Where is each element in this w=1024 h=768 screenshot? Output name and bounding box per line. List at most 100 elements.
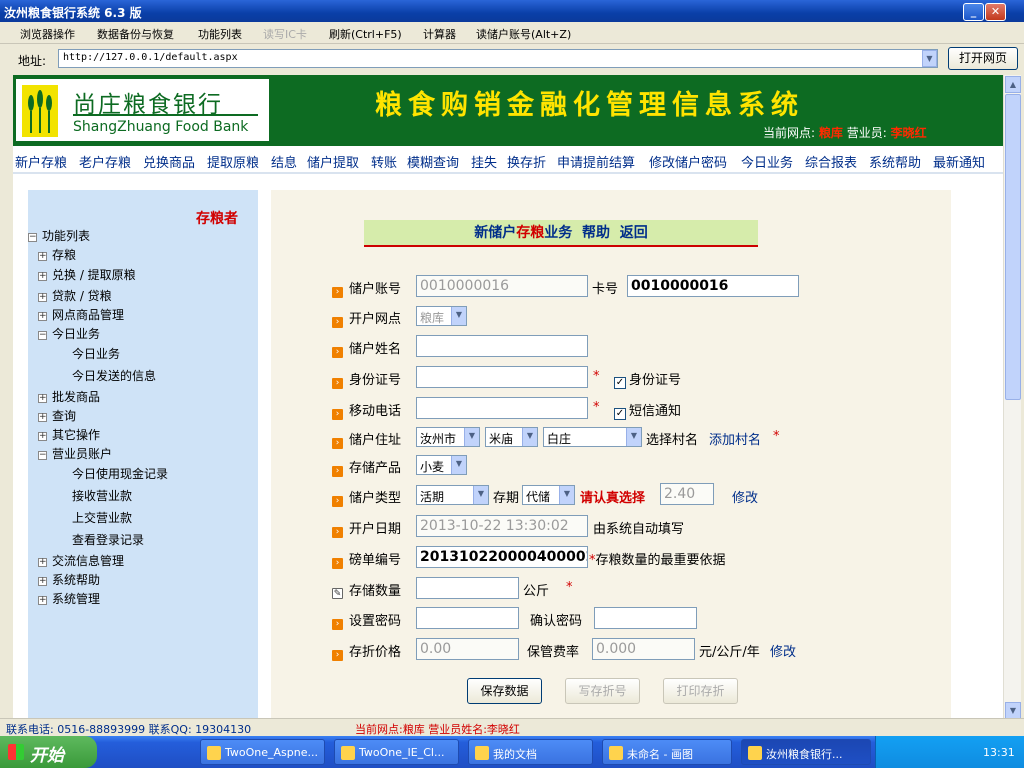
- nav-notice[interactable]: 最新通知: [933, 152, 985, 171]
- back-link[interactable]: 返回: [620, 225, 648, 241]
- tree-leaf[interactable]: 上交营业款: [72, 509, 132, 526]
- system-title: 粮食购销金融化管理信息系统: [375, 90, 804, 121]
- nav-fuzzy-query[interactable]: 模糊查询: [407, 152, 459, 171]
- nav-reports[interactable]: 综合报表: [805, 152, 857, 171]
- tree-item[interactable]: + 批发商品: [38, 388, 100, 405]
- scroll-thumb[interactable]: [1005, 94, 1021, 400]
- task-item[interactable]: 未命名 - 画图: [602, 739, 732, 765]
- confirm-pwd-input[interactable]: [594, 607, 697, 629]
- nav-report-loss[interactable]: 挂失: [471, 152, 497, 171]
- nav-old-deposit[interactable]: 老户存粮: [79, 152, 131, 171]
- name-input[interactable]: [416, 335, 588, 357]
- tree-item[interactable]: + 其它操作: [38, 426, 100, 443]
- phone-input[interactable]: [416, 397, 588, 419]
- start-button[interactable]: 开始: [0, 736, 97, 768]
- price-input[interactable]: 0.00: [416, 638, 519, 660]
- tree-item[interactable]: + 贷款 / 贷粮: [38, 287, 112, 304]
- form-header: 新储户存粮业务 帮助 返回: [364, 220, 758, 247]
- address-input[interactable]: http://127.0.0.1/default.aspx: [58, 49, 938, 68]
- tree-item[interactable]: + 网点商品管理: [38, 306, 124, 323]
- page-scrollbar[interactable]: ▲ ▼: [1003, 75, 1021, 720]
- nav-interest[interactable]: 结息: [271, 152, 297, 171]
- address-label: 地址:: [18, 54, 47, 68]
- nav-new-deposit[interactable]: 新户存粮: [15, 152, 67, 171]
- open-date-input[interactable]: 2013-10-22 13:30:02: [416, 515, 588, 537]
- tree-item[interactable]: + 兑换 / 提取原粮: [38, 266, 136, 283]
- rate-modify-link[interactable]: 修改: [732, 487, 758, 506]
- address-dropdown-icon[interactable]: ▼: [922, 50, 937, 67]
- clerk-label: 营业员:: [846, 126, 887, 140]
- pwd-input[interactable]: [416, 607, 519, 629]
- help-link[interactable]: 帮助: [582, 225, 610, 241]
- weigh-input[interactable]: 201310220000400002: [416, 546, 588, 568]
- open-page-button[interactable]: 打开网页: [948, 47, 1018, 70]
- tree-item[interactable]: − 营业员账户: [38, 445, 112, 462]
- branch-select[interactable]: 粮库 ▼: [416, 306, 467, 326]
- nav-exchange[interactable]: 兑换商品: [143, 152, 195, 171]
- minimize-button[interactable]: _: [963, 3, 984, 21]
- fee-modify-link[interactable]: 修改: [770, 641, 796, 660]
- contact-info: 联系电话: 0516-88893999 联系QQ: 19304130: [6, 723, 252, 736]
- task-item[interactable]: TwoOne_IE_Cl...: [334, 739, 459, 765]
- arrow-icon: ›: [332, 466, 343, 477]
- save-button[interactable]: 保存数据: [467, 678, 542, 704]
- product-label: › 存储产品: [332, 457, 401, 477]
- tree-item[interactable]: + 查询: [38, 407, 76, 424]
- term-select[interactable]: 代储 ▼: [522, 485, 575, 505]
- village-select[interactable]: 白庄 ▼: [543, 427, 642, 447]
- add-village-link[interactable]: 添加村名: [709, 429, 761, 448]
- edit-icon: ✎: [332, 588, 343, 599]
- tree-leaf[interactable]: 查看登录记录: [72, 531, 144, 548]
- product-select[interactable]: 小麦 ▼: [416, 455, 467, 475]
- id-input[interactable]: [416, 366, 588, 388]
- task-item-active[interactable]: 汝州粮食银行...: [741, 739, 871, 765]
- qty-input[interactable]: [416, 577, 519, 599]
- nav-depositor-withdraw[interactable]: 储户提取: [307, 152, 359, 171]
- nav-transfer[interactable]: 转账: [371, 152, 397, 171]
- nav-early-settle[interactable]: 申请提前结算: [557, 152, 635, 171]
- tree-leaf[interactable]: 今日使用现金记录: [72, 465, 168, 482]
- menu-calculator[interactable]: 计算器: [423, 26, 456, 42]
- town-select[interactable]: 米庙 ▼: [485, 427, 538, 447]
- tree-item[interactable]: + 系统管理: [38, 590, 100, 607]
- menu-functions[interactable]: 功能列表: [198, 26, 242, 42]
- tree-item[interactable]: − 今日业务: [38, 325, 100, 342]
- careful-warning: 请认真选择: [580, 491, 646, 506]
- menu-browser[interactable]: 浏览器操作: [20, 26, 75, 42]
- paint-icon: [609, 746, 623, 760]
- tree-item[interactable]: + 存粮: [38, 246, 76, 263]
- nav-help[interactable]: 系统帮助: [869, 152, 921, 171]
- type-select[interactable]: 活期 ▼: [416, 485, 489, 505]
- tree-item[interactable]: + 系统帮助: [38, 571, 100, 588]
- scroll-up-icon[interactable]: ▲: [1005, 76, 1021, 93]
- tree-leaf[interactable]: 接收营业款: [72, 487, 132, 504]
- collapse-icon[interactable]: −: [28, 233, 37, 242]
- nav-today-business[interactable]: 今日业务: [741, 152, 793, 171]
- rate-input[interactable]: 2.40: [660, 483, 714, 505]
- card-input[interactable]: 0010000016: [627, 275, 799, 297]
- menu-read-account[interactable]: 读储户账号(Alt+Z): [476, 26, 571, 42]
- close-button[interactable]: ✕: [985, 3, 1006, 21]
- tree-root[interactable]: − 功能列表: [28, 227, 90, 244]
- arrow-icon: ›: [332, 378, 343, 389]
- address-bar: 地址: http://127.0.0.1/default.aspx ▼ 打开网页: [0, 45, 1024, 72]
- account-input[interactable]: 0010000016: [416, 275, 588, 297]
- tree-leaf[interactable]: 今日发送的信息: [72, 367, 156, 384]
- nav-change-passbook[interactable]: 换存折: [507, 152, 546, 171]
- sms-checkbox[interactable]: ✓ 短信通知: [614, 400, 681, 420]
- task-item[interactable]: TwoOne_Aspne...: [200, 739, 325, 765]
- nav-withdraw-grain[interactable]: 提取原粮: [207, 152, 259, 171]
- id-checkbox[interactable]: ✓ 身份证号: [614, 369, 681, 389]
- scroll-down-icon[interactable]: ▼: [1005, 702, 1021, 719]
- status-line: 联系电话: 0516-88893999 联系QQ: 19304130 当前网点:…: [0, 718, 1024, 736]
- qty-unit: 公斤: [523, 584, 550, 599]
- fee-input[interactable]: 0.000: [592, 638, 695, 660]
- nav-change-password[interactable]: 修改储户密码: [649, 152, 727, 171]
- menu-backup[interactable]: 数据备份与恢复: [97, 26, 174, 42]
- tree-leaf[interactable]: 今日业务: [72, 345, 120, 362]
- task-item[interactable]: 我的文档: [468, 739, 593, 765]
- chevron-down-icon: ▼: [464, 428, 479, 446]
- city-select[interactable]: 汝州市 ▼: [416, 427, 480, 447]
- tree-item[interactable]: + 交流信息管理: [38, 552, 124, 569]
- menu-refresh[interactable]: 刷新(Ctrl+F5): [329, 26, 402, 42]
